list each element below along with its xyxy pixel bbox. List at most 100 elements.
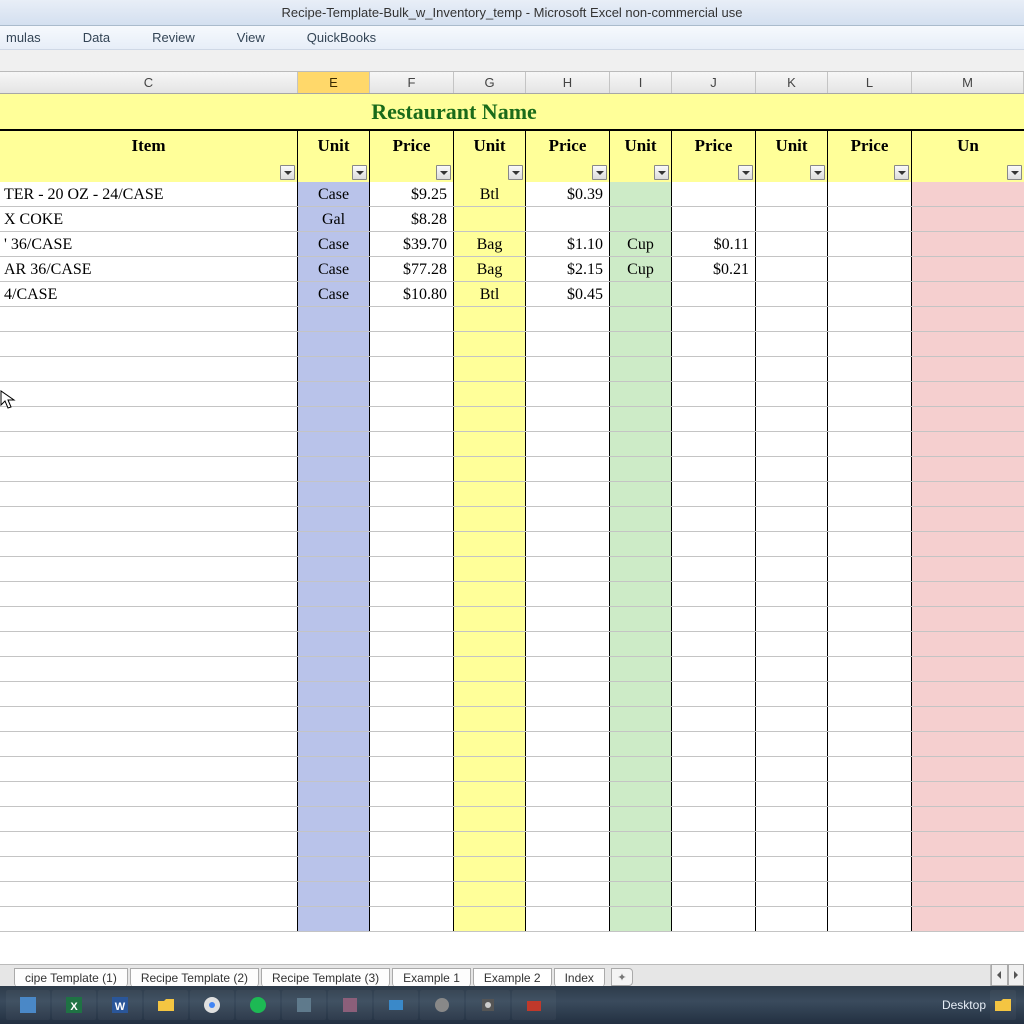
filter-icon[interactable] xyxy=(508,165,523,180)
sheet-tab[interactable]: Example 1 xyxy=(392,968,471,987)
cell[interactable] xyxy=(298,432,370,456)
table-row[interactable] xyxy=(0,657,1024,682)
cell[interactable] xyxy=(828,357,912,381)
table-row[interactable] xyxy=(0,532,1024,557)
cell[interactable] xyxy=(828,732,912,756)
cell[interactable] xyxy=(0,557,298,581)
cell[interactable] xyxy=(672,507,756,531)
cell[interactable] xyxy=(370,457,454,481)
sheet-tab[interactable]: Example 2 xyxy=(473,968,552,987)
cell[interactable] xyxy=(912,782,1024,806)
cell[interactable] xyxy=(526,532,610,556)
table-row[interactable] xyxy=(0,357,1024,382)
cell[interactable] xyxy=(828,632,912,656)
cell[interactable]: $1.10 xyxy=(526,232,610,256)
cell[interactable] xyxy=(672,757,756,781)
cell[interactable] xyxy=(526,782,610,806)
cell[interactable] xyxy=(370,857,454,881)
cell[interactable] xyxy=(756,482,828,506)
cell[interactable]: ' 36/CASE xyxy=(0,232,298,256)
filter-icon[interactable] xyxy=(1007,165,1022,180)
cell[interactable] xyxy=(912,632,1024,656)
cell[interactable] xyxy=(526,732,610,756)
cell[interactable]: Case xyxy=(298,182,370,206)
cell[interactable] xyxy=(610,732,672,756)
table-row[interactable] xyxy=(0,557,1024,582)
cell[interactable] xyxy=(0,807,298,831)
cell[interactable] xyxy=(0,532,298,556)
cell[interactable] xyxy=(610,507,672,531)
cell[interactable] xyxy=(298,882,370,906)
cell[interactable] xyxy=(298,857,370,881)
cell[interactable] xyxy=(756,707,828,731)
cell[interactable] xyxy=(370,757,454,781)
cell[interactable] xyxy=(526,382,610,406)
cell[interactable] xyxy=(756,907,828,931)
cell[interactable] xyxy=(672,882,756,906)
col-header-g[interactable]: G xyxy=(454,72,526,93)
cell[interactable] xyxy=(0,682,298,706)
cell[interactable] xyxy=(828,882,912,906)
cell[interactable] xyxy=(610,457,672,481)
filter-icon[interactable] xyxy=(654,165,669,180)
cell[interactable] xyxy=(756,732,828,756)
cell[interactable] xyxy=(526,307,610,331)
cell[interactable] xyxy=(912,332,1024,356)
cell[interactable] xyxy=(610,757,672,781)
cell[interactable] xyxy=(370,332,454,356)
table-row[interactable] xyxy=(0,407,1024,432)
cell[interactable] xyxy=(756,607,828,631)
cell[interactable] xyxy=(298,732,370,756)
ribbon-tab-review[interactable]: Review xyxy=(152,30,195,45)
cell[interactable] xyxy=(298,357,370,381)
ribbon-tab-data[interactable]: Data xyxy=(83,30,110,45)
cell[interactable] xyxy=(756,807,828,831)
cell[interactable]: $2.15 xyxy=(526,257,610,281)
table-row[interactable]: 4/CASECase$10.80Btl$0.45 xyxy=(0,282,1024,307)
cell[interactable] xyxy=(370,557,454,581)
cell[interactable] xyxy=(610,557,672,581)
cell[interactable] xyxy=(454,757,526,781)
cell[interactable] xyxy=(756,257,828,281)
cell[interactable] xyxy=(454,732,526,756)
cell[interactable] xyxy=(912,582,1024,606)
cell[interactable] xyxy=(610,607,672,631)
cell[interactable] xyxy=(912,457,1024,481)
cell[interactable] xyxy=(454,382,526,406)
taskbar-app-icon[interactable] xyxy=(512,990,556,1020)
taskbar-app-icon[interactable] xyxy=(236,990,280,1020)
cell[interactable] xyxy=(912,807,1024,831)
cell[interactable] xyxy=(298,657,370,681)
cell[interactable] xyxy=(828,307,912,331)
cell[interactable] xyxy=(610,807,672,831)
filter-icon[interactable] xyxy=(592,165,607,180)
cell[interactable] xyxy=(756,582,828,606)
cell[interactable] xyxy=(912,432,1024,456)
table-row[interactable]: ' 36/CASECase$39.70Bag$1.10Cup$0.11 xyxy=(0,232,1024,257)
cell[interactable] xyxy=(828,757,912,781)
ribbon-tab-quickbooks[interactable]: QuickBooks xyxy=(307,30,376,45)
cell[interactable] xyxy=(828,557,912,581)
cell[interactable] xyxy=(610,357,672,381)
cell[interactable] xyxy=(828,182,912,206)
cell[interactable] xyxy=(828,232,912,256)
cell[interactable] xyxy=(912,232,1024,256)
cell[interactable]: Case xyxy=(298,257,370,281)
table-row[interactable] xyxy=(0,807,1024,832)
cell[interactable]: $0.11 xyxy=(672,232,756,256)
cell[interactable] xyxy=(912,532,1024,556)
table-row[interactable] xyxy=(0,507,1024,532)
cell[interactable] xyxy=(526,882,610,906)
table-row[interactable] xyxy=(0,682,1024,707)
cell[interactable] xyxy=(912,707,1024,731)
cell[interactable] xyxy=(454,482,526,506)
cell[interactable] xyxy=(828,332,912,356)
cell[interactable] xyxy=(828,257,912,281)
cell[interactable] xyxy=(0,732,298,756)
cell[interactable] xyxy=(828,707,912,731)
cell[interactable]: Btl xyxy=(454,182,526,206)
cell[interactable] xyxy=(454,882,526,906)
cell[interactable] xyxy=(454,857,526,881)
cell[interactable] xyxy=(912,382,1024,406)
cell[interactable] xyxy=(298,307,370,331)
